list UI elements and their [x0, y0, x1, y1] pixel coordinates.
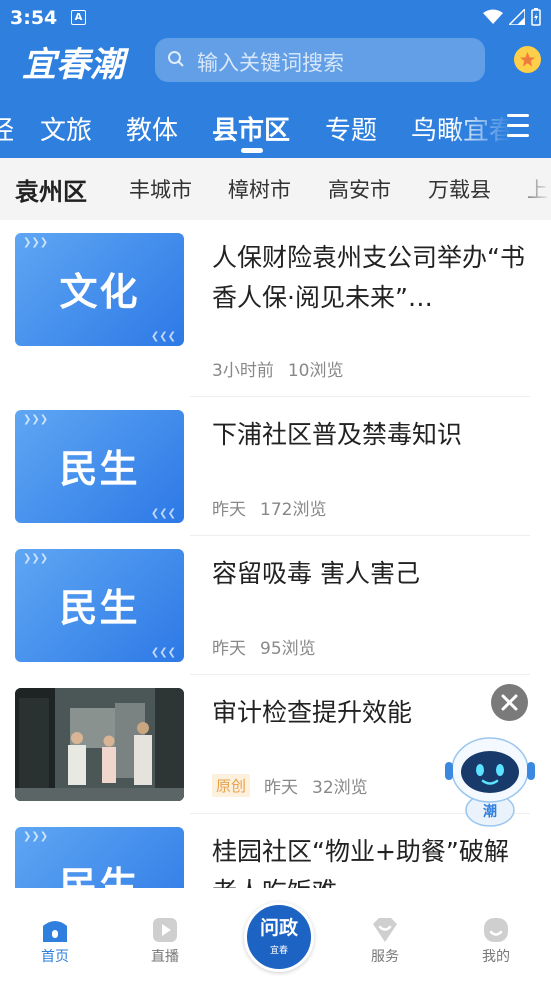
app-header: 3:54 A 宜春潮 输入关键词搜索 经 文旅 教体 县市区 专题 鸟瞰宜春	[0, 0, 551, 158]
status-bar: 3:54 A	[0, 0, 551, 36]
tabs-fade	[451, 104, 551, 154]
tab-category-4[interactable]: 专题	[325, 110, 377, 147]
thumb-label: 民生	[59, 863, 140, 888]
tab-label: 我的	[482, 949, 510, 965]
menu-icon[interactable]	[507, 114, 529, 140]
article-meta: 3小时前 10浏览	[212, 356, 343, 381]
tab-category-1[interactable]: 文旅	[40, 110, 92, 147]
article-title: 容留吸毒 害人害己	[212, 559, 420, 588]
search-bar[interactable]: 输入关键词搜索	[155, 38, 485, 82]
close-icon	[501, 694, 518, 711]
assistant-robot-button[interactable]: 潮	[443, 732, 538, 827]
star-icon	[520, 52, 535, 67]
subtab-4[interactable]: 万载县	[428, 174, 491, 204]
signal-icon	[509, 9, 525, 25]
app-logo[interactable]: 宜春潮	[22, 38, 132, 86]
search-icon	[168, 51, 184, 67]
article-time: 昨天	[264, 778, 299, 798]
article-meta: 昨天 95浏览	[212, 634, 316, 659]
article-time: 昨天	[212, 500, 246, 520]
tab-label: 首页	[41, 949, 69, 965]
profile-icon	[484, 918, 508, 942]
article-meta: 原创 昨天 32浏览	[212, 773, 368, 798]
close-float-button[interactable]	[491, 684, 528, 721]
article-views: 95浏览	[260, 639, 316, 659]
tab-service[interactable]: 服务	[355, 908, 415, 966]
notification-a-icon: A	[71, 10, 86, 25]
thumb-label: 文化	[59, 269, 140, 314]
status-time: 3:54	[10, 7, 58, 29]
robot-label: 潮	[483, 803, 497, 820]
tab-category-active[interactable]: 县市区	[212, 110, 290, 147]
subtab-1[interactable]: 丰城市	[129, 174, 192, 204]
robot-icon: 潮	[445, 737, 535, 827]
article-thumbnail: ❯❯❯ 文化 ❮❮❮	[15, 233, 184, 346]
thumb-label: 民生	[59, 585, 140, 630]
system-icons	[483, 8, 541, 26]
subtab-3[interactable]: 高安市	[328, 174, 391, 204]
article-views: 172浏览	[260, 500, 327, 520]
article-views: 10浏览	[287, 361, 344, 381]
article-thumbnail: ❯❯❯ 民生 ❮❮❮	[15, 549, 184, 662]
article-photo	[15, 688, 184, 801]
article-thumbnail: ❯❯❯ 民生 ❮❮❮	[15, 410, 184, 523]
tab-live[interactable]: 直播	[135, 908, 195, 966]
article-meta: 昨天 172浏览	[212, 495, 326, 520]
article-thumbnail: ❯❯❯ 民生 ❮❮❮	[15, 827, 184, 888]
thumb-label: 民生	[59, 446, 140, 491]
article-title: 桂园社区“物业+助餐”破解老人吃饭难	[212, 837, 509, 888]
wifi-icon	[483, 9, 503, 24]
battery-icon	[531, 8, 541, 26]
article-title: 下浦社区普及禁毒知识	[212, 420, 463, 449]
home-icon	[43, 921, 67, 942]
search-placeholder: 输入关键词搜索	[197, 51, 344, 75]
article-title: 人保财险袁州支公司举办“书香人保·阅见未来”…	[212, 243, 525, 312]
tab-category-0[interactable]: 经	[0, 110, 14, 147]
article-time: 昨天	[212, 639, 246, 659]
play-icon	[153, 918, 177, 942]
tab-category-2[interactable]: 教体	[126, 110, 178, 147]
article-title: 审计检查提升效能	[212, 698, 413, 727]
center-tab-label: 问政	[259, 917, 298, 939]
article-time: 3小时前	[212, 361, 274, 381]
article-views: 32浏览	[312, 778, 368, 798]
center-tab-sublabel: 宜春	[269, 946, 288, 956]
tab-label: 直播	[151, 949, 179, 965]
tab-label: 服务	[371, 949, 399, 965]
tab-mine[interactable]: 我的	[466, 908, 526, 966]
subtabs-fade	[511, 158, 551, 220]
subtab-active[interactable]: 袁州区	[15, 172, 87, 207]
points-badge-icon[interactable]	[514, 46, 541, 73]
active-tab-indicator	[241, 148, 263, 153]
original-tag: 原创	[212, 774, 251, 797]
tab-inquiry-center[interactable]: 问政 宜春	[244, 902, 314, 972]
subtab-2[interactable]: 樟树市	[228, 174, 291, 204]
category-tabs: 经 文旅 教体 县市区 专题 鸟瞰宜春	[0, 104, 551, 154]
district-tabs: 袁州区 丰城市 樟树市 高安市 万载县 上	[0, 158, 551, 220]
logo-text: 宜春潮	[22, 45, 130, 85]
diamond-icon	[373, 918, 397, 942]
tab-home[interactable]: 首页	[25, 908, 85, 966]
server-room-photo	[15, 688, 184, 801]
